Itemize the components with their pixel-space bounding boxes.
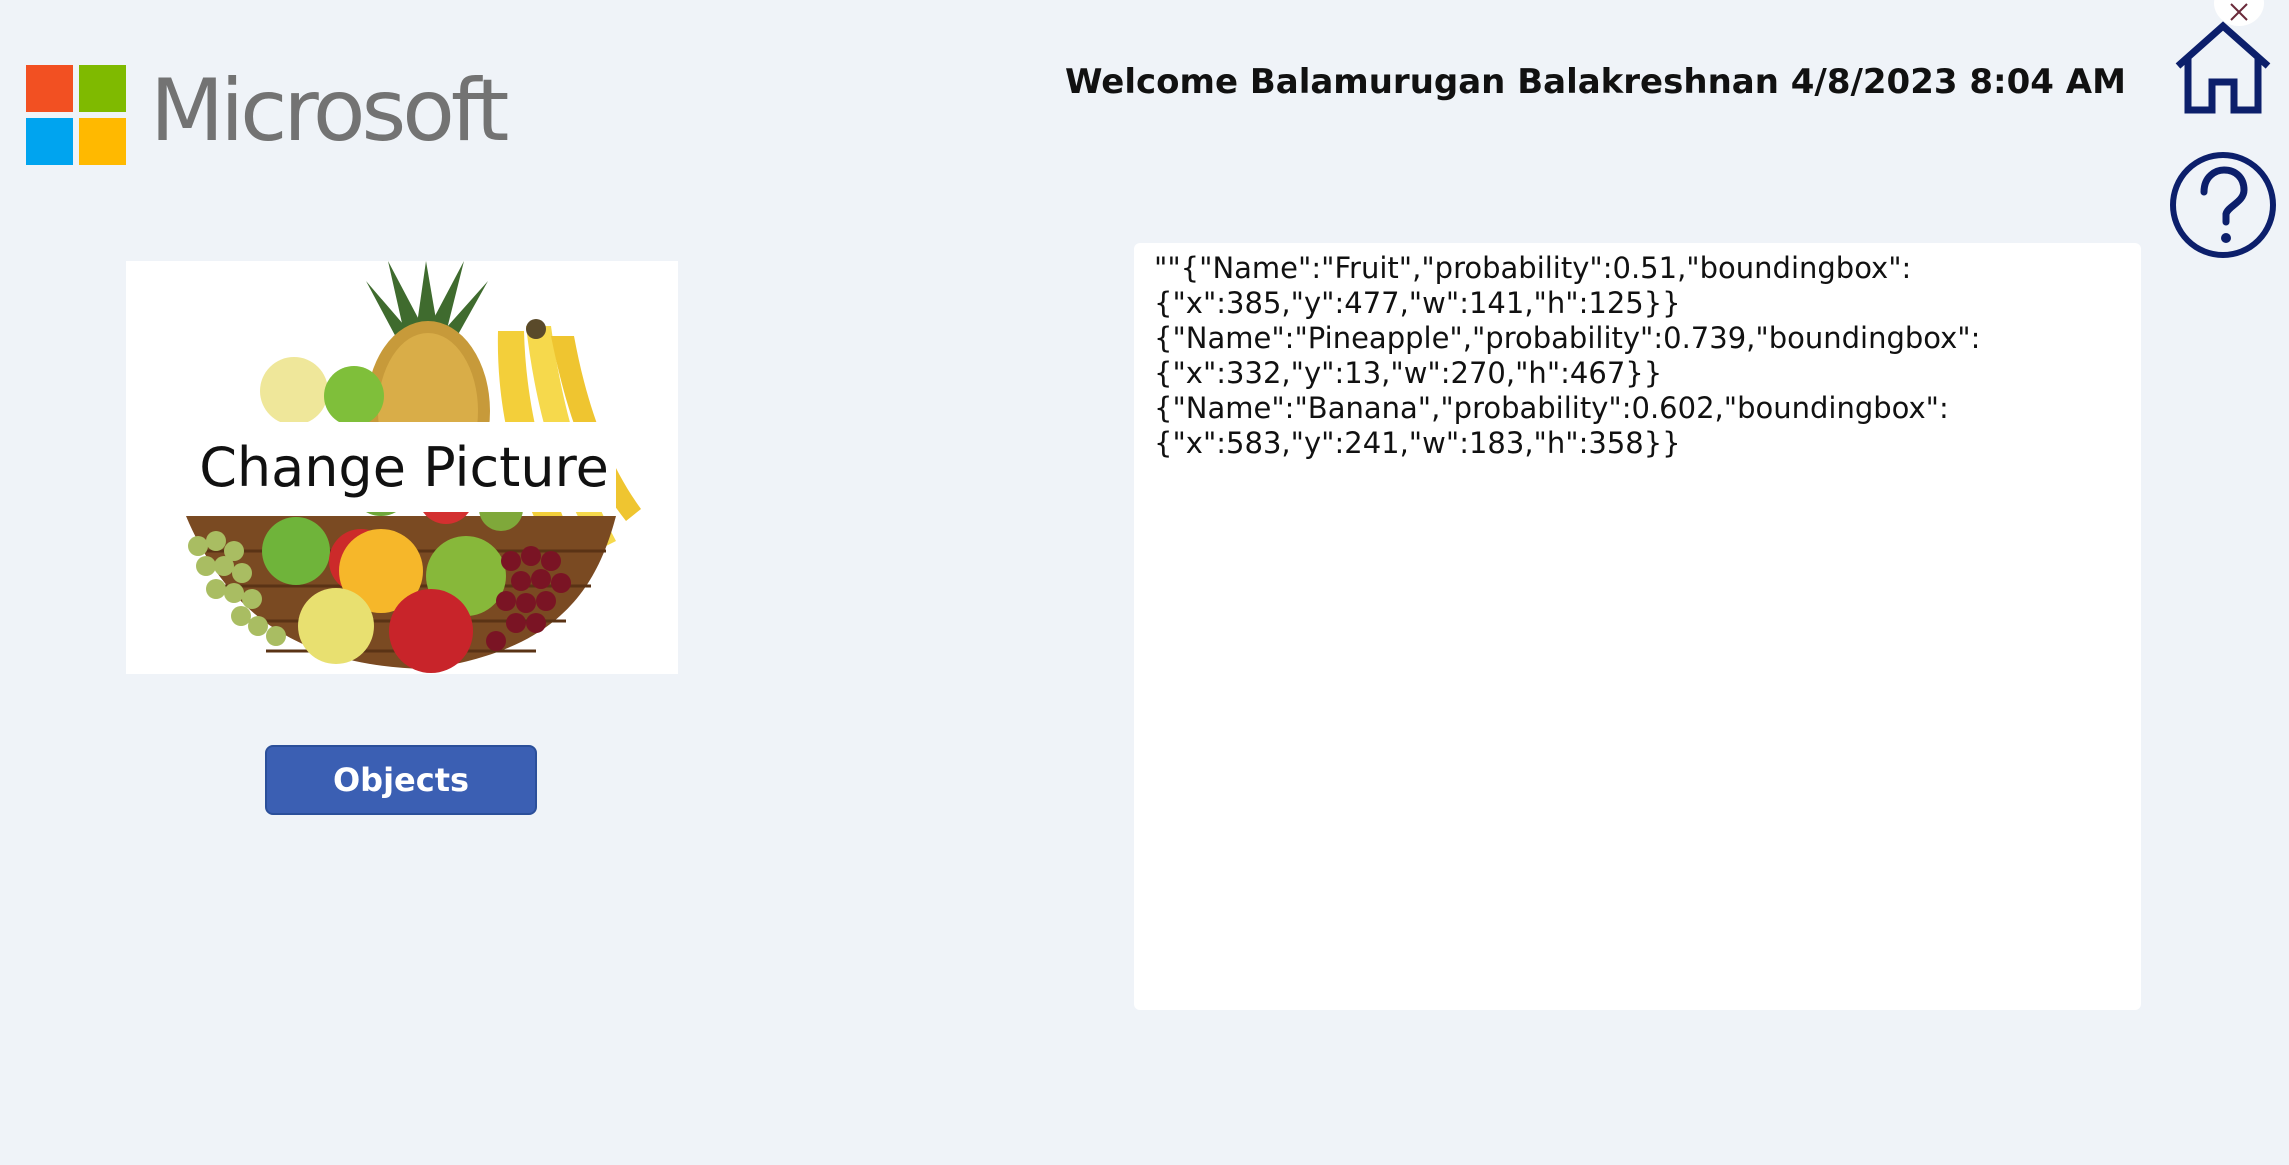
logo-green-square <box>79 65 126 112</box>
result-line: {"x":332,"y":13,"w":270,"h":467}} <box>1154 356 1663 390</box>
result-line: {"Name":"Banana","probability":0.602,"bo… <box>1154 391 1949 425</box>
microsoft-logo-grid <box>26 65 126 165</box>
home-icon <box>2175 21 2271 114</box>
result-textbox[interactable]: ""{"Name":"Fruit","probability":0.51,"bo… <box>1134 243 2141 1010</box>
welcome-text: Welcome Balamurugan Balakreshnan 4/8/202… <box>1065 62 2126 102</box>
result-line: {"Name":"Pineapple","probability":0.739,… <box>1154 321 1981 355</box>
logo-yellow-square <box>79 118 126 165</box>
result-line: {"x":583,"y":241,"w":183,"h":358}} <box>1154 426 1681 460</box>
result-line: {"x":385,"y":477,"w":141,"h":125}} <box>1154 286 1681 320</box>
logo-blue-square <box>26 118 73 165</box>
microsoft-logo-text: Microsoft <box>150 61 509 161</box>
change-picture-button[interactable]: Change Picture <box>192 422 616 512</box>
app-screen: Microsoft Welcome Balamurugan Balakreshn… <box>0 0 2289 1165</box>
help-icon <box>2170 152 2276 258</box>
objects-button[interactable]: Objects <box>265 745 537 815</box>
microsoft-logo: Microsoft <box>26 61 509 165</box>
help-button[interactable] <box>2168 150 2278 260</box>
result-line: ""{"Name":"Fruit","probability":0.51,"bo… <box>1154 251 1912 285</box>
home-button[interactable] <box>2172 20 2274 116</box>
logo-red-square <box>26 65 73 112</box>
